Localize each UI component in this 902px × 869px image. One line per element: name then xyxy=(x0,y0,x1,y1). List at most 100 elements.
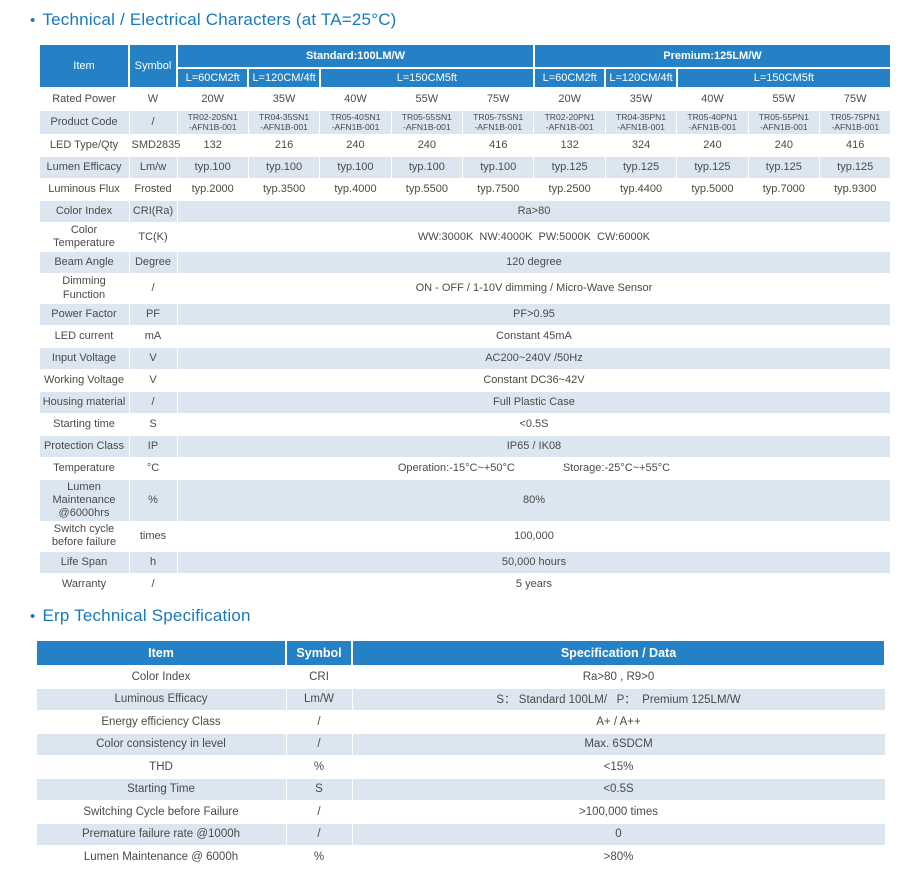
cell-value: 324 xyxy=(605,134,676,156)
spec-symbol: % xyxy=(286,756,352,779)
erp-table-body: Color IndexCRIRa>80 , R9>0Luminous Effic… xyxy=(36,666,885,869)
row-label: Rated Power xyxy=(39,88,129,110)
table-row: Protection ClassIPIP65 / IK08 xyxy=(39,435,891,457)
table-row: Switching Cycle before Failure/>100,000 … xyxy=(36,801,885,824)
row-label: Color Temperature xyxy=(39,222,129,251)
datasheet-page: •Technical / Electrical Characters (at T… xyxy=(0,10,902,869)
cell-value: TR04-35PN1 -AFN1B-001 xyxy=(605,110,676,134)
spec-symbol: S xyxy=(286,778,352,801)
cell-span: 120 degree xyxy=(177,252,891,274)
row-symbol: V xyxy=(129,347,177,369)
cell-span: ON - OFF / 1-10V dimming / Micro-Wave Se… xyxy=(177,274,891,303)
spec-symbol: / xyxy=(286,711,352,734)
cell-value: typ.5500 xyxy=(391,178,462,200)
cell-value: 216 xyxy=(248,134,319,156)
table-row: Luminous FluxFrostedtyp.2000typ.3500typ.… xyxy=(39,178,891,200)
table-row: Temperature°COperation:-15°C~+50°CStorag… xyxy=(39,457,891,479)
row-label: LED current xyxy=(39,325,129,347)
spec-value: A+ / A++ xyxy=(352,711,885,734)
row-symbol: h xyxy=(129,551,177,573)
row-label: Switch cycle before failure xyxy=(39,522,129,551)
cell-span: WW:3000K NW:4000K PW:5000K CW:6000K xyxy=(177,222,891,251)
cell-value: 35W xyxy=(248,88,319,110)
cell-value: typ.7000 xyxy=(748,178,819,200)
table-row: LED Type/QtySMD2835132216240240416132324… xyxy=(39,134,891,156)
row-symbol: / xyxy=(129,573,177,595)
table-row: Starting timeS<0.5S xyxy=(39,413,891,435)
row-label: Product Code xyxy=(39,110,129,134)
cell-value: TR05-75SN1 -AFN1B-001 xyxy=(463,110,534,134)
row-label: Lumen Maintenance @6000hrs xyxy=(39,479,129,522)
cell-value: 240 xyxy=(391,134,462,156)
row-label: Power Factor xyxy=(39,303,129,325)
cell-span: 80% xyxy=(177,479,891,522)
cell-span: Full Plastic Case xyxy=(177,391,891,413)
row-symbol: / xyxy=(129,110,177,134)
cell-value: TR05-55PN1 -AFN1B-001 xyxy=(748,110,819,134)
spec-item: Color Index xyxy=(36,666,286,689)
row-label: Temperature xyxy=(39,457,129,479)
row-label: Housing material xyxy=(39,391,129,413)
cell-value: typ.125 xyxy=(605,156,676,178)
cell-value: TR02-20PN1 -AFN1B-001 xyxy=(534,110,605,134)
table-row: Rated PowerW20W35W40W55W75W20W35W40W55W7… xyxy=(39,88,891,110)
cell-value: 20W xyxy=(534,88,605,110)
cell-value: 75W xyxy=(463,88,534,110)
table-row: Working VoltageVConstant DC36~42V xyxy=(39,369,891,391)
row-label: Life Span xyxy=(39,551,129,573)
cell-value: typ.125 xyxy=(820,156,891,178)
cell-value: typ.100 xyxy=(463,156,534,178)
table-row: Premature failure rate @1000h/0 xyxy=(36,823,885,846)
col-header-symbol: Symbol xyxy=(129,44,177,88)
col-header-prm-60cm: L=60CM2ft xyxy=(534,68,605,88)
table-row: Switch cycle before failuretimes100,000 xyxy=(39,522,891,551)
col-header-item: Item xyxy=(39,44,129,88)
cell-value: typ.100 xyxy=(177,156,248,178)
section1-title: •Technical / Electrical Characters (at T… xyxy=(30,10,902,30)
erp-col-header-symbol: Symbol xyxy=(286,640,352,666)
row-symbol: PF xyxy=(129,303,177,325)
cell-value: 40W xyxy=(677,88,748,110)
cell-value: 40W xyxy=(320,88,391,110)
cell-value: typ.125 xyxy=(534,156,605,178)
table-row: Color consistency in level/Max. 6SDCM xyxy=(36,733,885,756)
table-row: Lumen Maintenance @ 6000h%>80% xyxy=(36,846,885,869)
row-label: Dimming Function xyxy=(39,274,129,303)
bullet-icon: • xyxy=(30,12,35,29)
cell-value: 35W xyxy=(605,88,676,110)
spec-symbol: / xyxy=(286,823,352,846)
erp-specification-table: Item Symbol Specification / Data Color I… xyxy=(35,639,886,869)
row-label: Luminous Flux xyxy=(39,178,129,200)
cell-value: TR04-35SN1 -AFN1B-001 xyxy=(248,110,319,134)
table-row: Lumen Maintenance @6000hrs%80% xyxy=(39,479,891,522)
row-symbol: Lm/w xyxy=(129,156,177,178)
row-symbol: / xyxy=(129,391,177,413)
spec-item: Starting Time xyxy=(36,778,286,801)
erp-col-header-item: Item xyxy=(36,640,286,666)
spec-symbol: CRI xyxy=(286,666,352,689)
table-row: Luminous EfficacyLm/WS： Standard 100LM/ … xyxy=(36,688,885,711)
spec-value: >100,000 times xyxy=(352,801,885,824)
spec-symbol: % xyxy=(286,846,352,869)
table-row: Power FactorPFPF>0.95 xyxy=(39,303,891,325)
spec-value: 0 xyxy=(352,823,885,846)
table-row: Product Code/TR02-20SN1 -AFN1B-001TR04-3… xyxy=(39,110,891,134)
spec-value: >80% xyxy=(352,846,885,869)
cell-value: typ.4400 xyxy=(605,178,676,200)
cell-value: TR05-40PN1 -AFN1B-001 xyxy=(677,110,748,134)
cell-value: 240 xyxy=(748,134,819,156)
table-row: Beam AngleDegree120 degree xyxy=(39,252,891,274)
table-row: Warranty/5 years xyxy=(39,573,891,595)
cell-span-part: Storage:-25°C~+55°C xyxy=(563,462,670,475)
row-label: Protection Class xyxy=(39,435,129,457)
cell-value: 55W xyxy=(391,88,462,110)
spec-item: Luminous Efficacy xyxy=(36,688,286,711)
row-symbol: CRI(Ra) xyxy=(129,200,177,222)
col-group-premium: Premium:125LM/W xyxy=(534,44,891,68)
cell-value: 75W xyxy=(820,88,891,110)
cell-value: 20W xyxy=(177,88,248,110)
row-symbol: IP xyxy=(129,435,177,457)
row-label: Lumen Efficacy xyxy=(39,156,129,178)
cell-value: TR02-20SN1 -AFN1B-001 xyxy=(177,110,248,134)
row-symbol: °C xyxy=(129,457,177,479)
